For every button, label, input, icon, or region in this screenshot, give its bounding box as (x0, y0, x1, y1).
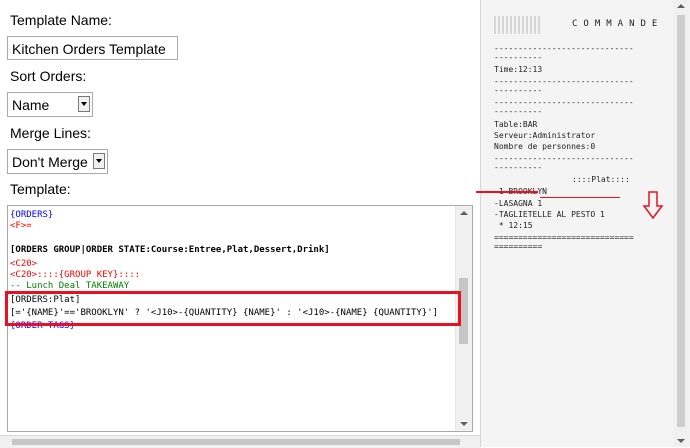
preview-server: Serveur:Administrator (494, 131, 596, 140)
preview-dashes: ---------- (494, 53, 543, 62)
preview-dashes: ---------- (494, 86, 543, 95)
chevron-down-icon[interactable] (93, 153, 105, 169)
merge-lines-select[interactable]: Don't Merge (7, 149, 108, 174)
scroll-down-icon[interactable] (460, 422, 468, 426)
scroll-up-icon[interactable] (460, 211, 468, 215)
horizontal-scrollbar[interactable] (0, 435, 480, 448)
preview-time: Time:12:13 (494, 65, 543, 74)
preview-item: -TAGLIETELLE AL PESTO 1 (494, 210, 605, 219)
annotation-underline (540, 197, 620, 198)
code-line: <C20> (10, 259, 38, 269)
preview-dashes: ----------------------------- (494, 154, 634, 163)
template-name-label: Template Name: (10, 12, 112, 28)
preview-equals: ========== (494, 242, 543, 251)
scroll-down-icon[interactable] (677, 439, 685, 443)
preview-dashes: ----------------------------- (494, 77, 634, 86)
scroll-thumb[interactable] (12, 439, 460, 445)
highlight-box (5, 291, 461, 326)
preview-dashes: ----------------------------- (494, 44, 634, 53)
preview-group: ::::Plat:::: (572, 175, 630, 184)
template-label: Template: (10, 181, 71, 197)
sort-orders-select[interactable]: Name (7, 92, 93, 117)
code-line: <F>= (10, 221, 32, 231)
chevron-down-icon[interactable] (78, 96, 90, 112)
scroll-thumb[interactable] (677, 15, 685, 427)
annotation-line (476, 191, 538, 193)
code-line: <C20>::::{GROUP KEY}:::: (10, 270, 141, 280)
preview-header: COMMANDE (572, 19, 664, 29)
preview-dashes: ----------------------------- (494, 98, 634, 107)
sort-orders-label: Sort Orders: (10, 68, 87, 84)
preview-persons: Nombre de personnes:0 (494, 142, 596, 151)
preview-item: * 12:15 (494, 221, 533, 230)
preview-item: -LASAGNA 1 (494, 199, 543, 208)
code-line: [ORDERS GROUP|ORDER STATE:Course:Entree,… (10, 245, 330, 255)
preview-dashes: ---------- (494, 163, 543, 172)
sort-orders-value: Name (12, 97, 50, 113)
preview-equals: ============================= (494, 233, 634, 242)
preview-dashes: ---------- (494, 107, 543, 116)
merge-lines-value: Don't Merge (12, 154, 88, 170)
template-name-input[interactable]: Kitchen Orders Template (7, 36, 178, 60)
preview-scrollbar[interactable] (673, 0, 689, 447)
code-line: {ORDERS} (10, 210, 54, 220)
arrow-down-icon (642, 191, 664, 220)
merge-lines-label: Merge Lines: (10, 125, 91, 141)
scroll-up-icon[interactable] (677, 4, 685, 8)
template-editor-panel: Template Name: Kitchen Orders Template S… (0, 0, 480, 447)
preview-table: Table:BAR (494, 120, 538, 129)
logo-placeholder (494, 16, 542, 34)
